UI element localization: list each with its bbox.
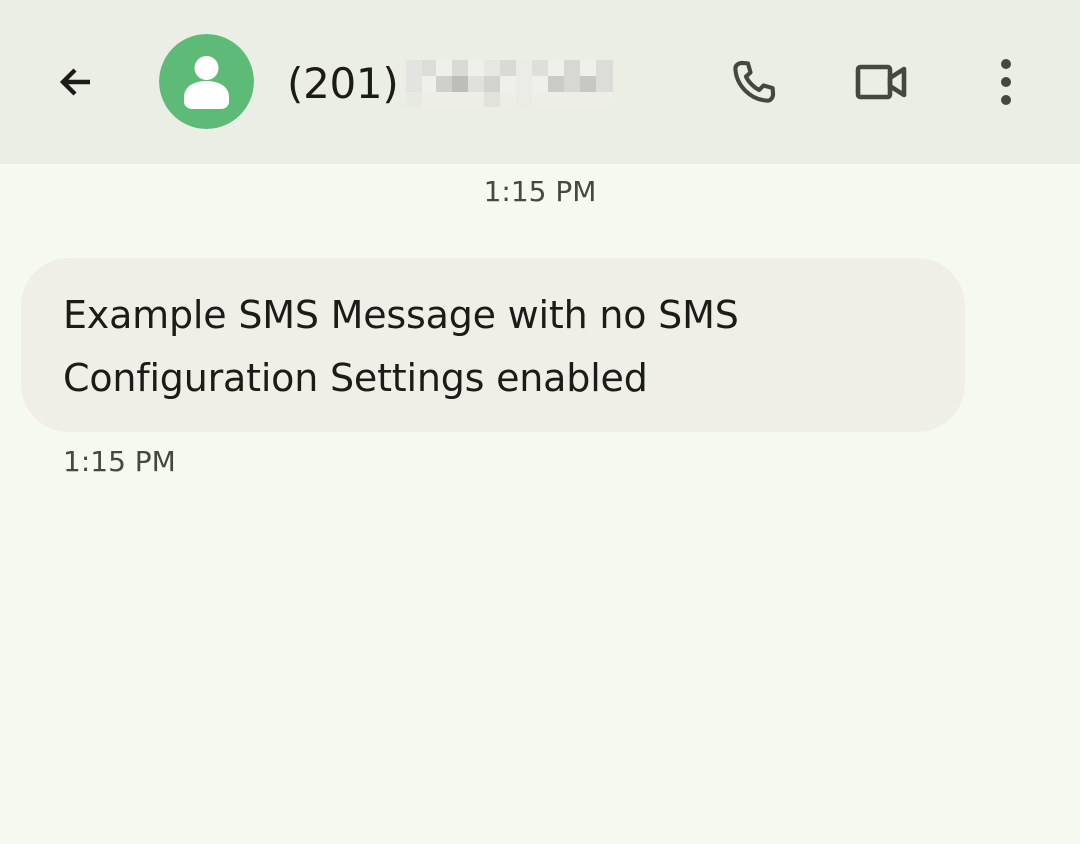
more-vert-icon [1001,59,1011,105]
message-timestamp: 1:15 PM [63,445,176,478]
app-bar: (201) [0,0,1080,164]
call-button[interactable] [718,46,790,118]
back-button[interactable] [42,50,110,114]
message-bubble[interactable]: Example SMS Message with no SMS Configur… [21,258,965,432]
phone-icon [733,60,776,103]
video-camera-icon [855,64,907,100]
message-text: Example SMS Message with no SMS Configur… [63,293,739,400]
person-icon [159,34,254,129]
contact-name[interactable]: (201) [287,55,614,111]
contact-name-text: (201) [287,58,399,108]
redacted-phone-number [406,59,614,107]
arrow-back-icon [59,68,90,96]
conversation-timestamp: 1:15 PM [483,175,597,208]
video-call-button[interactable] [845,46,917,118]
more-options-button[interactable] [970,46,1042,118]
avatar[interactable] [159,34,254,129]
